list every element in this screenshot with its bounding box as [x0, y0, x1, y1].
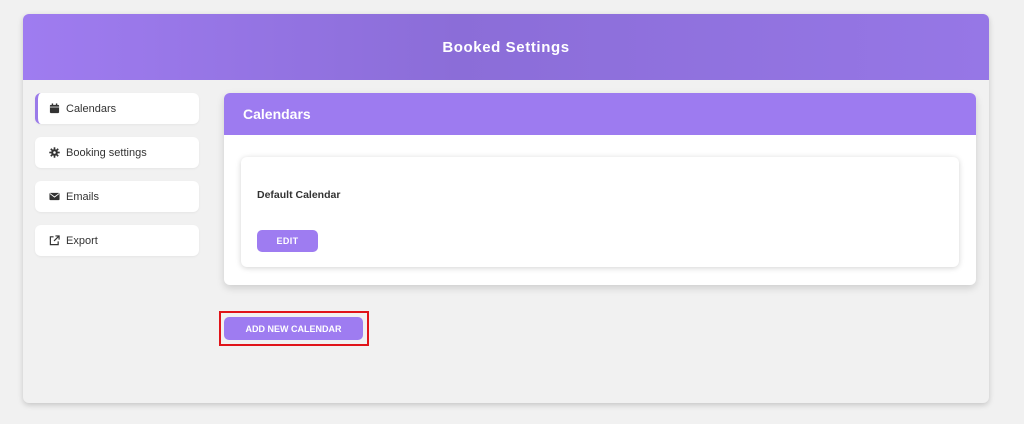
page-title: Booked Settings	[442, 38, 570, 56]
sidebar-item-label: Calendars	[66, 102, 117, 115]
panel-header: Booked Settings	[23, 14, 989, 80]
section-title: Calendars	[243, 106, 311, 122]
sidebar-item-booking-settings[interactable]: Booking settings	[35, 137, 199, 168]
sidebar-item-export[interactable]: Export	[35, 225, 199, 256]
sidebar-item-emails[interactable]: Emails	[35, 181, 199, 212]
calendar-item: Default Calendar EDIT	[241, 157, 959, 267]
sidebar-item-label: Emails	[66, 190, 100, 203]
edit-calendar-button[interactable]: EDIT	[257, 230, 318, 252]
add-new-calendar-button[interactable]: ADD NEW CALENDAR	[224, 317, 363, 340]
calendar-icon	[49, 103, 60, 114]
sidebar-item-calendars[interactable]: Calendars	[35, 93, 199, 124]
sidebar-item-label: Export	[66, 234, 98, 247]
envelope-icon	[49, 191, 60, 202]
sidebar-item-label: Booking settings	[66, 146, 147, 159]
calendars-card: Calendars Default Calendar EDIT	[224, 93, 976, 285]
calendars-card-header: Calendars	[224, 93, 976, 135]
settings-panel: Booked Settings Calendars Booking settin…	[23, 14, 989, 403]
external-link-icon	[49, 235, 60, 246]
calendar-name: Default Calendar	[257, 189, 341, 201]
highlight-box: ADD NEW CALENDAR	[219, 311, 369, 346]
gear-icon	[49, 147, 60, 158]
sidebar: Calendars Booking settings Emails Export	[35, 93, 199, 269]
